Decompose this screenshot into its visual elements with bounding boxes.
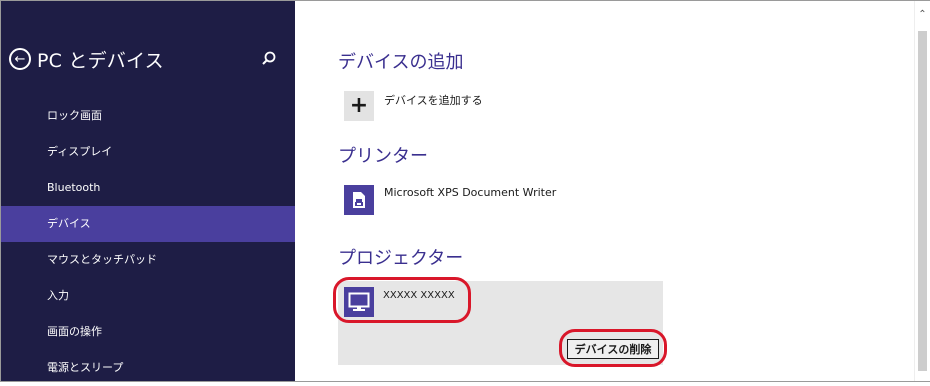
projectors-heading: プロジェクター [338,248,464,269]
scroll-up-icon[interactable]: ⌃ [915,9,930,20]
printer-name[interactable]: Microsoft XPS Document Writer [384,186,556,199]
sidebar-item-label: ロック画面 [47,109,102,122]
sidebar-item-lock-screen[interactable]: ロック画面 [1,98,295,134]
sidebar-header: ← PC とデバイス [9,44,164,74]
search-icon[interactable] [259,49,279,69]
sidebar-item-mouse-touchpad[interactable]: マウスとタッチパッド [1,242,295,278]
sidebar-item-label: ディスプレイ [47,145,113,158]
sidebar-item-devices[interactable]: デバイス [1,206,295,242]
printer-device-tile[interactable] [344,185,374,215]
add-device-button[interactable]: + [344,91,374,121]
plus-icon: + [349,93,369,118]
sidebar-item-label: 画面の操作 [47,325,102,338]
back-arrow-icon[interactable]: ← [9,48,31,70]
sidebar-item-display[interactable]: ディスプレイ [1,134,295,170]
printers-heading: プリンター [338,146,428,167]
sidebar-item-label: 入力 [47,289,69,302]
remove-button-highlight-ring [559,329,667,367]
sidebar-item-typing[interactable]: 入力 [1,278,295,314]
projector-highlight-ring [333,277,471,323]
sidebar-item-label: Bluetooth [47,181,101,194]
sidebar-item-power-sleep[interactable]: 電源とスリープ [1,350,295,386]
add-device-heading: デバイスの追加 [338,52,464,73]
printer-icon [353,192,365,208]
sidebar: ← PC とデバイス ロック画面 ディスプレイ Bluetooth デバイス マ… [1,1,295,381]
sidebar-item-corners-edges[interactable]: 画面の操作 [1,314,295,350]
add-device-label[interactable]: デバイスを追加する [384,92,483,108]
sidebar-item-label: 電源とスリープ [47,361,124,374]
vertical-scrollbar[interactable]: ⌃ [914,1,930,381]
sidebar-item-label: マウスとタッチパッド [47,253,157,266]
sidebar-title: PC とデバイス [37,49,164,72]
scroll-thumb[interactable] [918,31,927,371]
sidebar-item-bluetooth[interactable]: Bluetooth [1,170,295,206]
sidebar-item-label: デバイス [47,217,91,230]
